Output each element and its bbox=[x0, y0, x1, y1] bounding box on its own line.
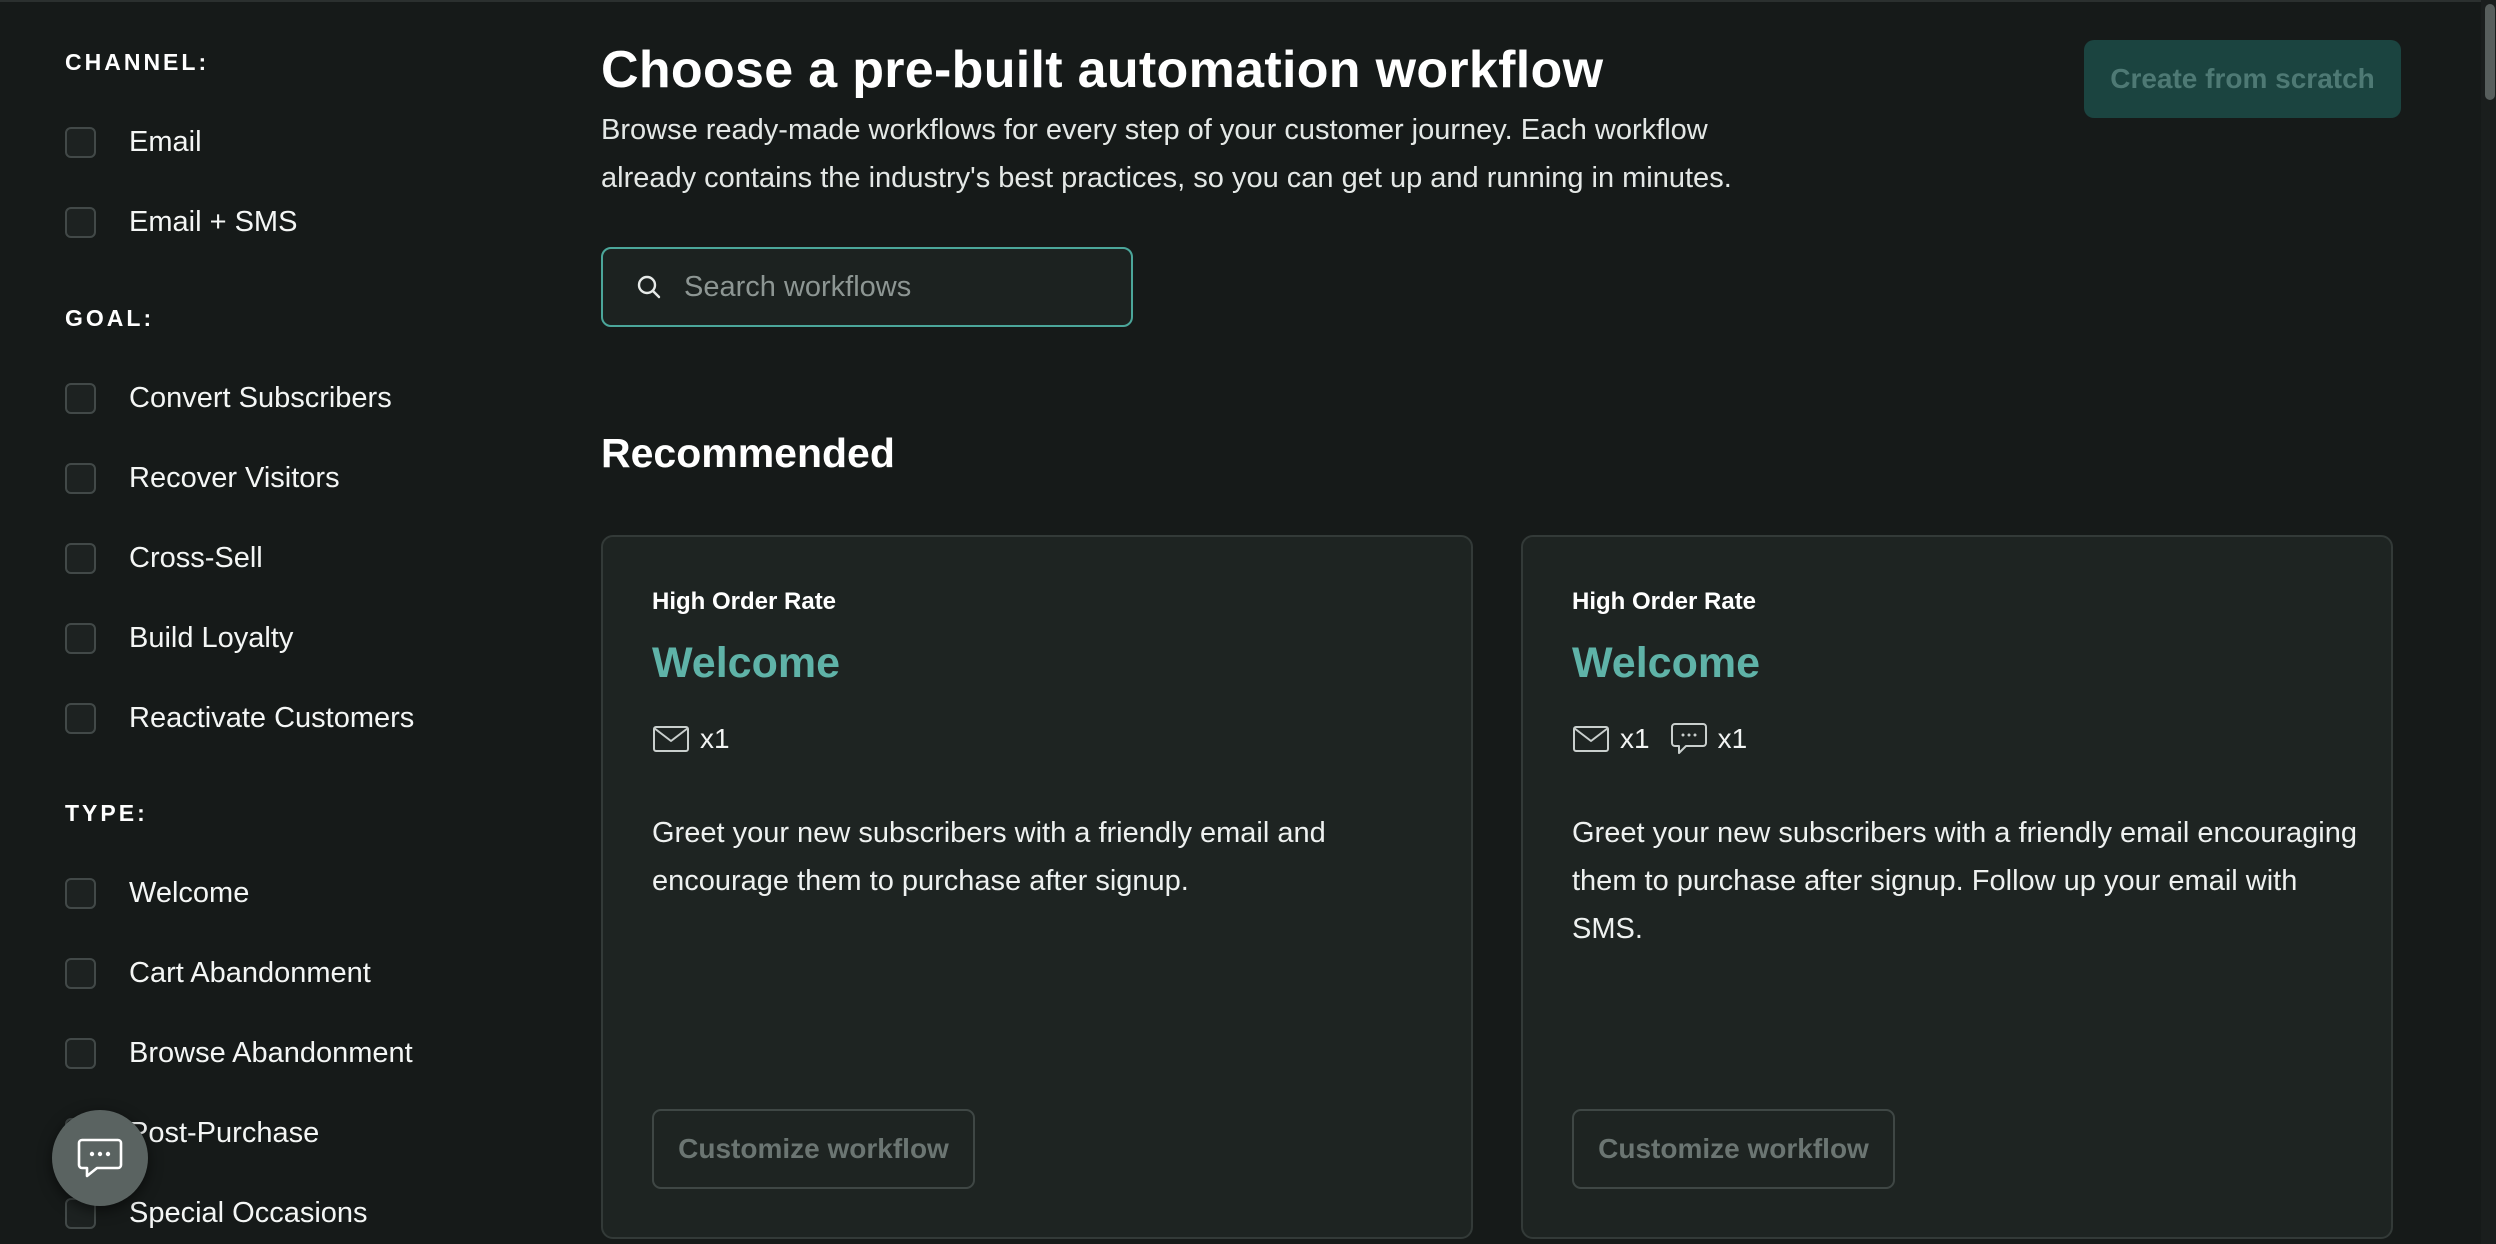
chat-launcher-button[interactable] bbox=[52, 1110, 148, 1206]
filter-cart-abandonment[interactable]: Cart Abandonment bbox=[65, 956, 371, 990]
email-icon bbox=[653, 726, 689, 752]
chat-icon bbox=[77, 1138, 123, 1178]
workflow-card-welcome-email-sms: High Order Rate Welcome x1 x1 Greet your… bbox=[1521, 535, 2393, 1239]
channel-counts: x1 x1 bbox=[1572, 720, 1767, 758]
card-badge: High Order Rate bbox=[1572, 588, 1757, 615]
filter-browse-abandonment[interactable]: Browse Abandonment bbox=[65, 1036, 413, 1070]
email-count: x1 bbox=[700, 723, 730, 754]
card-title: Welcome bbox=[1572, 639, 1760, 687]
search-icon bbox=[637, 275, 661, 299]
filter-label: Recover Visitors bbox=[129, 461, 340, 494]
checkbox[interactable] bbox=[65, 877, 96, 909]
search-box[interactable] bbox=[601, 247, 1133, 327]
channel-counts: x1 bbox=[652, 720, 750, 758]
customize-workflow-button[interactable]: Customize workflow bbox=[652, 1109, 975, 1189]
checkbox[interactable] bbox=[65, 206, 96, 238]
card-badge: High Order Rate bbox=[652, 588, 837, 615]
checkbox[interactable] bbox=[65, 702, 96, 734]
checkbox[interactable] bbox=[65, 1037, 96, 1069]
filter-label: Cross-Sell bbox=[129, 541, 263, 574]
email-channel: x1 bbox=[1572, 723, 1650, 755]
customize-workflow-button[interactable]: Customize workflow bbox=[1572, 1109, 1895, 1189]
workflow-card-welcome-email: High Order Rate Welcome x1 Greet your ne… bbox=[601, 535, 1473, 1239]
checkbox[interactable] bbox=[65, 957, 96, 989]
scrollbar-track[interactable] bbox=[2481, 0, 2496, 1244]
recommended-heading: Recommended bbox=[601, 430, 895, 476]
filter-build-loyalty[interactable]: Build Loyalty bbox=[65, 621, 293, 655]
sms-channel: x1 bbox=[1670, 721, 1748, 757]
checkbox[interactable] bbox=[65, 462, 96, 494]
checkbox[interactable] bbox=[65, 126, 96, 158]
checkbox[interactable] bbox=[65, 382, 96, 414]
create-from-scratch-button[interactable]: Create from scratch bbox=[2084, 40, 2401, 118]
filter-cross-sell[interactable]: Cross-Sell bbox=[65, 541, 263, 575]
sms-icon bbox=[1670, 723, 1707, 754]
checkbox[interactable] bbox=[65, 542, 96, 574]
card-description: Greet your new subscribers with a friend… bbox=[652, 817, 1326, 897]
goal-heading: GOAL: bbox=[65, 305, 155, 331]
card-description: Greet your new subscribers with a friend… bbox=[1572, 817, 2357, 945]
page-description: Browse ready-made workflows for every st… bbox=[601, 114, 1732, 194]
scrollbar-thumb[interactable] bbox=[2485, 4, 2495, 100]
filter-label: Build Loyalty bbox=[129, 621, 294, 654]
search-input[interactable] bbox=[684, 270, 1104, 304]
filter-email[interactable]: Email bbox=[65, 125, 202, 159]
filter-email-sms[interactable]: Email + SMS bbox=[65, 205, 297, 239]
filter-label: Email bbox=[129, 125, 202, 158]
filter-label: Email + SMS bbox=[129, 205, 298, 238]
type-heading: TYPE: bbox=[65, 800, 148, 826]
filter-label: Cart Abandonment bbox=[129, 956, 371, 989]
filter-label: Special Occasions bbox=[129, 1196, 368, 1229]
filter-sidebar: CHANNEL: Email Email + SMS GOAL: Convert… bbox=[0, 0, 560, 1244]
filter-label: Browse Abandonment bbox=[129, 1036, 413, 1069]
email-icon bbox=[1573, 726, 1609, 752]
filter-recover-visitors[interactable]: Recover Visitors bbox=[65, 461, 340, 495]
filter-reactivate-customers[interactable]: Reactivate Customers bbox=[65, 701, 414, 735]
filter-label: Reactivate Customers bbox=[129, 701, 415, 734]
email-channel: x1 bbox=[652, 723, 730, 755]
page-title: Choose a pre-built automation workflow bbox=[601, 41, 1604, 99]
email-count: x1 bbox=[1620, 723, 1650, 754]
card-title: Welcome bbox=[652, 639, 840, 687]
filter-label: Post-Purchase bbox=[129, 1116, 320, 1149]
filter-welcome[interactable]: Welcome bbox=[65, 876, 249, 910]
sms-count: x1 bbox=[1717, 723, 1748, 754]
filter-convert-subscribers[interactable]: Convert Subscribers bbox=[65, 381, 392, 415]
checkbox[interactable] bbox=[65, 622, 96, 654]
filter-label: Welcome bbox=[129, 876, 250, 909]
filter-label: Convert Subscribers bbox=[129, 381, 392, 414]
channel-heading: CHANNEL: bbox=[65, 49, 210, 75]
